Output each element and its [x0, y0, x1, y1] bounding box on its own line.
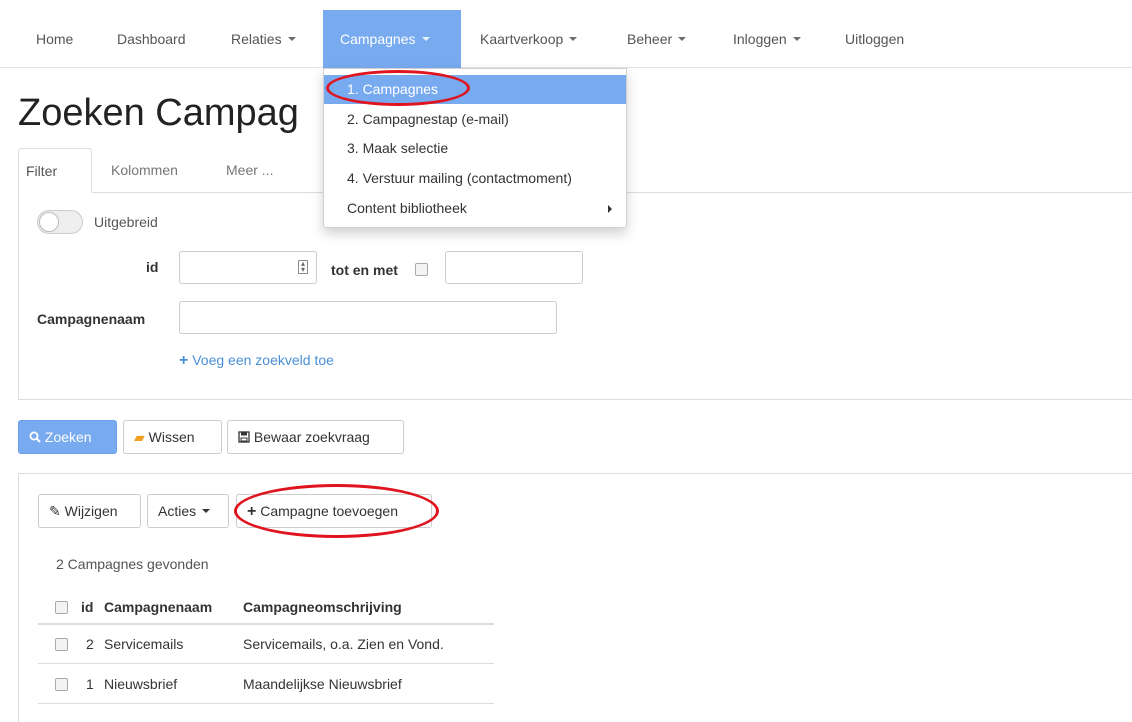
tab-filter[interactable]: Filter — [18, 148, 92, 193]
range-checkbox[interactable] — [415, 263, 428, 276]
eraser-icon: ▰ — [134, 429, 145, 445]
id-label: id — [146, 259, 159, 275]
actions-button-label: Acties — [158, 503, 197, 519]
column-header-campagnenaam[interactable]: Campagnenaam — [104, 599, 212, 615]
search-button-label: Zoeken — [44, 429, 92, 445]
row-checkbox[interactable] — [55, 638, 68, 651]
search-button[interactable]: Zoeken — [18, 420, 117, 454]
nav-dashboard-label: Dashboard — [117, 31, 186, 47]
id-input[interactable]: ▴ ▾ — [179, 251, 317, 284]
row-divider — [38, 663, 494, 664]
top-navbar: Home Dashboard Relaties Campagnes Kaartv… — [0, 0, 1132, 68]
nav-kaartverkoop-label: Kaartverkoop — [480, 31, 564, 47]
column-header-campagneomschrijving[interactable]: Campagneomschrijving — [243, 599, 402, 615]
add-campaign-button[interactable]: + Campagne toevoegen — [236, 494, 432, 528]
column-header-id[interactable]: id — [81, 599, 93, 615]
caret-down-icon — [678, 37, 687, 42]
caret-down-icon — [287, 37, 296, 42]
floppy-icon — [238, 431, 250, 443]
range-input[interactable] — [445, 251, 583, 284]
tab-filter-label: Filter — [26, 163, 58, 179]
spinner-icon[interactable]: ▴ ▾ — [298, 260, 308, 274]
tab-kolommen-label: Kolommen — [111, 162, 178, 178]
plus-icon: + — [247, 503, 257, 520]
edit-button[interactable]: ✎ Wijzigen — [38, 494, 141, 528]
campagnes-dropdown-menu: 1. Campagnes 2. Campagnestap (e-mail) 3.… — [323, 68, 627, 228]
caret-down-icon — [202, 509, 211, 514]
tab-meer[interactable]: Meer ... — [226, 148, 273, 193]
actions-button[interactable]: Acties — [147, 494, 229, 528]
nav-campagnes[interactable]: Campagnes — [323, 10, 461, 68]
menu-item-label: 3. Maak selectie — [347, 140, 449, 156]
search-icon — [29, 431, 41, 444]
menu-item-label: 2. Campagnestap (e-mail) — [347, 111, 509, 127]
clear-button-label: Wissen — [148, 429, 195, 445]
campagnenaam-input[interactable] — [179, 301, 557, 334]
plus-icon: + — [179, 352, 189, 369]
chevron-right-icon — [608, 205, 612, 213]
uitgebreid-toggle[interactable] — [37, 210, 83, 234]
save-query-button[interactable]: Bewaar zoekvraag — [227, 420, 404, 454]
tab-meer-label: Meer ... — [226, 162, 274, 178]
caret-down-icon — [792, 37, 801, 42]
campagnenaam-label: Campagnenaam — [37, 311, 146, 327]
caret-down-icon — [421, 37, 430, 42]
nav-inloggen[interactable]: Inloggen — [716, 10, 818, 68]
row-description: Servicemails, o.a. Zien en Vond. — [243, 636, 444, 652]
results-count: 2 Campagnes gevonden — [56, 556, 209, 572]
row-name[interactable]: Nieuwsbrief — [104, 676, 177, 692]
select-all-checkbox[interactable] — [55, 601, 68, 614]
nav-home-label: Home — [36, 31, 74, 47]
row-description: Maandelijkse Nieuwsbrief — [243, 676, 402, 692]
add-campaign-label: Campagne toevoegen — [260, 503, 399, 519]
row-name[interactable]: Servicemails — [104, 636, 183, 652]
menu-item-campagnestap[interactable]: 2. Campagnestap (e-mail) — [324, 105, 626, 134]
save-query-label: Bewaar zoekvraag — [253, 429, 370, 445]
menu-item-label: 4. Verstuur mailing (contactmoment) — [347, 170, 572, 186]
table-header-divider — [38, 623, 494, 625]
add-search-field-link[interactable]: + Voeg een zoekveld toe — [179, 352, 334, 370]
page-title: Zoeken Campag — [18, 92, 299, 134]
nav-dashboard[interactable]: Dashboard — [100, 10, 203, 68]
menu-item-campagnes[interactable]: 1. Campagnes — [324, 75, 626, 104]
caret-down-icon — [569, 37, 578, 42]
nav-inloggen-label: Inloggen — [733, 31, 787, 47]
nav-relaties[interactable]: Relaties — [214, 10, 313, 68]
row-id: 1 — [86, 676, 94, 692]
menu-item-verstuur-mailing[interactable]: 4. Verstuur mailing (contactmoment) — [324, 164, 626, 193]
range-label: tot en met — [331, 262, 398, 278]
nav-uitloggen[interactable]: Uitloggen — [828, 10, 921, 68]
edit-button-label: Wijzigen — [64, 503, 118, 519]
nav-uitloggen-label: Uitloggen — [845, 31, 905, 47]
nav-home[interactable]: Home — [19, 10, 90, 68]
nav-beheer[interactable]: Beheer — [610, 10, 703, 68]
nav-campagnes-label: Campagnes — [340, 31, 416, 47]
clear-button[interactable]: ▰ Wissen — [123, 420, 222, 454]
nav-beheer-label: Beheer — [627, 31, 673, 47]
menu-item-label: 1. Campagnes — [347, 81, 439, 97]
uitgebreid-label: Uitgebreid — [94, 214, 158, 230]
nav-relaties-label: Relaties — [231, 31, 282, 47]
row-checkbox[interactable] — [55, 678, 68, 691]
row-divider — [38, 703, 494, 704]
nav-kaartverkoop[interactable]: Kaartverkoop — [463, 10, 594, 68]
menu-item-content-bibliotheek[interactable]: Content bibliotheek — [324, 194, 626, 223]
pencil-icon: ✎ — [49, 503, 61, 519]
toggle-knob — [39, 212, 59, 232]
menu-item-label: Content bibliotheek — [347, 200, 467, 216]
add-search-field-label: Voeg een zoekveld toe — [192, 352, 334, 368]
tab-kolommen[interactable]: Kolommen — [111, 148, 178, 193]
row-id: 2 — [86, 636, 94, 652]
menu-item-maak-selectie[interactable]: 3. Maak selectie — [324, 134, 626, 163]
